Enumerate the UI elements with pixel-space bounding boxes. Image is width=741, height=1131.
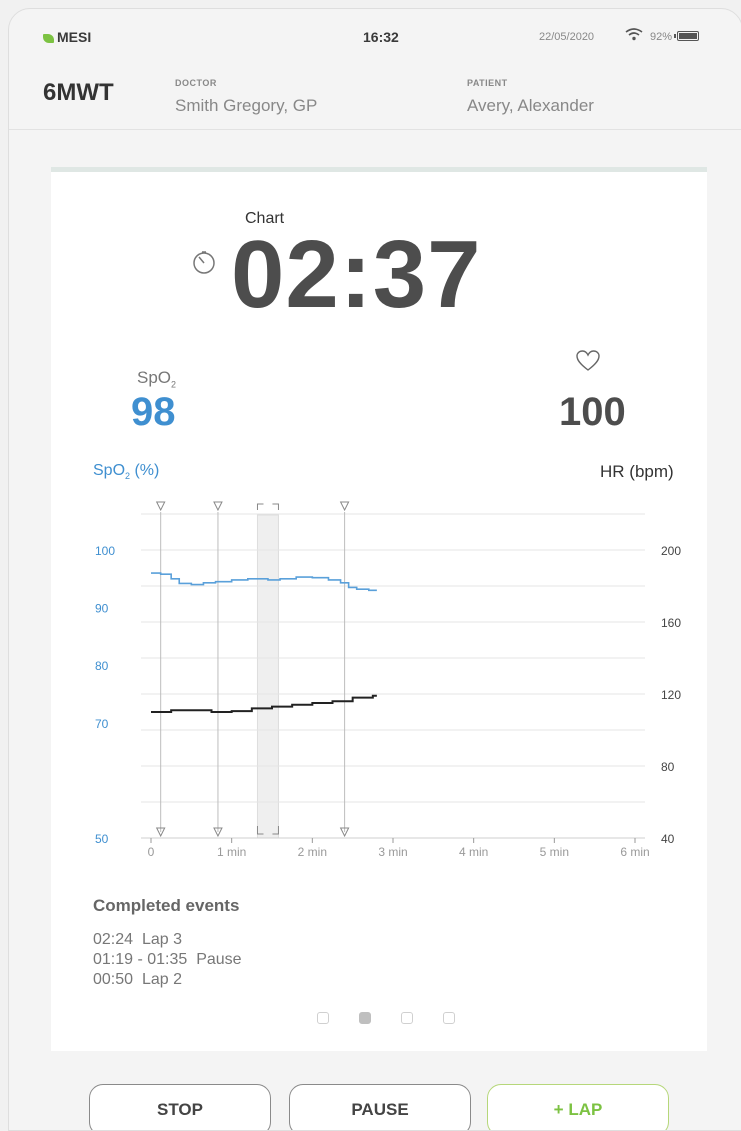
x-tick-label: 1 min	[217, 845, 246, 859]
x-tick-label: 3 min	[378, 845, 407, 859]
pause-window	[256, 514, 279, 839]
y-right-tick-label: 40	[661, 832, 675, 846]
y-left-tick-label: 70	[95, 717, 109, 731]
y-left-tick-label: 80	[95, 659, 109, 673]
event-item: 01:19 - 01:35 Pause	[93, 950, 242, 970]
app-header: 6MWT DOCTOR Smith Gregory, GP PATIENT Av…	[9, 51, 741, 130]
page-indicator	[307, 1012, 467, 1028]
pause-button[interactable]: PAUSE	[289, 1084, 471, 1130]
page-dot[interactable]	[443, 1012, 455, 1024]
battery-percent: 92%	[650, 31, 673, 43]
events-list: 02:24 Lap 3 01:19 - 01:35 Pause 00:50 Lap …	[93, 930, 242, 990]
spo2-label: SpO2	[137, 368, 177, 390]
stopwatch-icon	[193, 251, 215, 274]
lap-marker-top	[155, 501, 166, 512]
page-dot[interactable]	[401, 1012, 413, 1024]
y-right-tick-label: 80	[661, 760, 675, 774]
y-left-tick-label: 90	[95, 602, 109, 616]
page-title: 6MWT	[43, 79, 114, 106]
battery-icon	[674, 31, 699, 41]
stop-button[interactable]: STOP	[89, 1084, 271, 1130]
spo2-hr-chart: 100 90 80 70 50 200 160 120 80 40 0 1 min 2 min 3 min…	[95, 501, 681, 859]
page-dot[interactable]	[359, 1012, 371, 1024]
spo2-value: 98	[131, 390, 176, 434]
wifi-icon	[625, 28, 643, 41]
status-time: 16:32	[363, 29, 399, 45]
patient-name: Avery, Alexander	[467, 96, 594, 115]
y-left-tick-label: 100	[95, 544, 115, 558]
hr-axis-title: HR (bpm)	[600, 462, 674, 481]
y-right-tick-label: 160	[661, 616, 681, 630]
brand-name: MESI	[57, 29, 92, 45]
event-item: 02:24 Lap 3	[93, 930, 242, 950]
patient-label: PATIENT	[467, 78, 508, 88]
heart-icon	[576, 350, 600, 371]
x-tick-label: 4 min	[459, 845, 488, 859]
y-right-tick-label: 120	[661, 688, 681, 702]
status-date: 22/05/2020	[539, 31, 595, 43]
event-label: Lap 3	[133, 931, 182, 948]
brand: MESI	[43, 29, 91, 45]
x-tick-label: 5 min	[540, 845, 569, 859]
event-label: Lap 2	[133, 971, 182, 988]
lap-marker-top	[339, 501, 350, 512]
doctor-name: Smith Gregory, GP	[175, 96, 318, 115]
spo2-axis-title: SpO2 (%)	[93, 462, 160, 482]
add-lap-button[interactable]: + LAP	[487, 1084, 669, 1130]
event-item: 00:50 Lap 2	[93, 970, 242, 990]
elapsed-timer: 02:37	[231, 221, 482, 328]
event-label: Pause	[187, 951, 242, 968]
event-time: 00:50	[93, 971, 134, 988]
y-left-tick-label: 50	[95, 832, 109, 846]
doctor-label: DOCTOR	[175, 78, 217, 88]
event-time: 01:19 - 01:35	[93, 951, 188, 968]
pause-bracket-end	[272, 503, 279, 510]
events-title: Completed events	[93, 896, 240, 915]
pause-bracket-start	[256, 503, 264, 510]
lap-marker-top	[213, 501, 223, 512]
test-card: Chart 02:37 SpO2 98 100 SpO2 (%) HR (bpm…	[51, 167, 707, 1051]
event-time: 02:24	[93, 931, 134, 948]
status-bar: MESI 16:32 22/05/2020 92%	[9, 9, 741, 51]
page-dot[interactable]	[317, 1012, 329, 1024]
x-tick-label: 0	[148, 845, 155, 859]
x-tick-label: 2 min	[298, 845, 327, 859]
x-tick-label: 6 min	[620, 845, 649, 859]
device-frame: MESI 16:32 22/05/2020 92% 6MWT DOCTOR Sm…	[8, 8, 741, 1131]
leaf-logo-icon	[43, 34, 54, 43]
y-right-tick-label: 200	[661, 544, 681, 558]
heart-rate-value: 100	[559, 390, 626, 434]
